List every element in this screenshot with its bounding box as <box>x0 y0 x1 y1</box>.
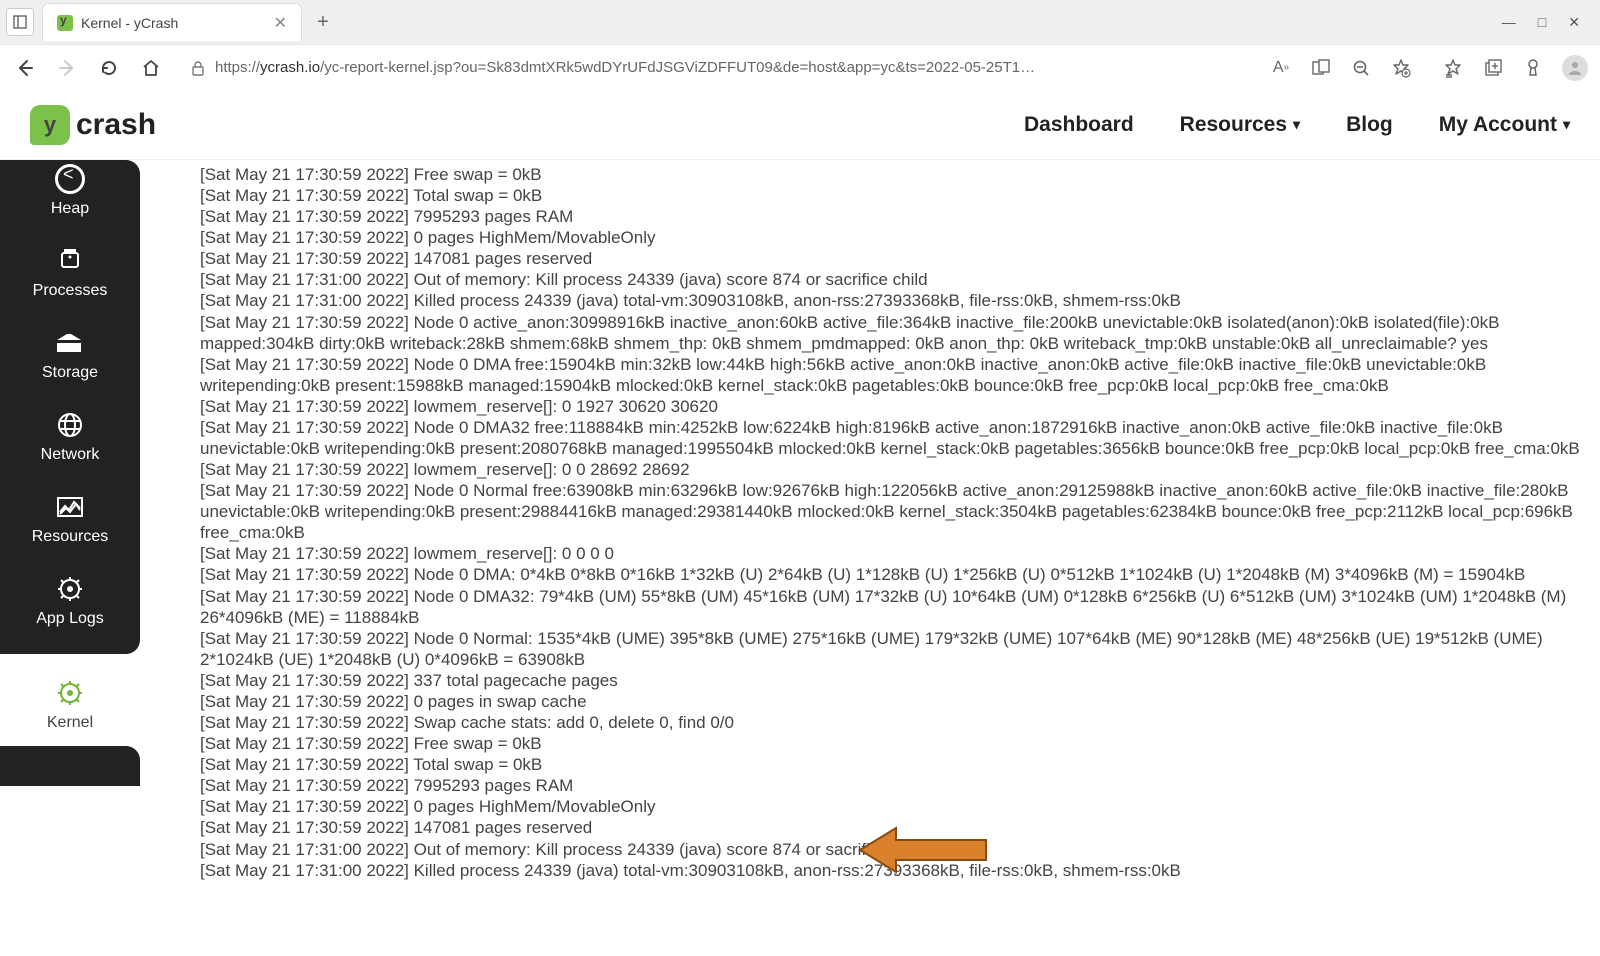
chevron-down-icon: ▾ <box>1293 116 1300 133</box>
browser-chrome: Kernel - yCrash ✕ + — □ ✕ https://ycrash… <box>0 0 1600 90</box>
sidebar-item-label: Resources <box>32 528 108 546</box>
rewards-button[interactable] <box>1522 57 1544 79</box>
trophy-icon <box>1524 58 1542 78</box>
sidebar-item-storage[interactable]: Storage <box>0 312 140 394</box>
nav-label: Dashboard <box>1024 113 1134 137</box>
nav-my-account[interactable]: My Account ▾ <box>1439 113 1570 137</box>
window-controls: — □ ✕ <box>1502 14 1594 31</box>
nav-resources[interactable]: Resources ▾ <box>1180 113 1300 137</box>
tab-actions-button[interactable] <box>6 8 34 36</box>
heap-icon <box>55 166 85 192</box>
resources-icon <box>55 494 85 520</box>
tab-title: Kernel - yCrash <box>81 15 266 31</box>
collections-icon <box>1484 59 1502 77</box>
nav-blog[interactable]: Blog <box>1346 113 1393 137</box>
zoom-out-button[interactable] <box>1350 57 1372 79</box>
chevron-down-icon: ▾ <box>1563 116 1570 133</box>
storage-icon <box>55 330 85 356</box>
browser-tab[interactable]: Kernel - yCrash ✕ <box>42 3 302 41</box>
window-close-button[interactable]: ✕ <box>1568 14 1580 31</box>
translate-button[interactable] <box>1310 57 1332 79</box>
lock-icon <box>191 60 205 76</box>
sidebar: Heap Processes Storage Network Resources <box>0 160 140 956</box>
toolbar-icons: A» <box>1270 55 1588 81</box>
refresh-icon <box>99 58 119 78</box>
tab-bar: Kernel - yCrash ✕ + — □ ✕ <box>0 0 1600 44</box>
sidebar-item-network[interactable]: Network <box>0 394 140 476</box>
refresh-button[interactable] <box>96 55 122 81</box>
sidebar-item-label: Processes <box>33 282 108 300</box>
logo-badge-icon: y <box>30 105 70 145</box>
sidebar-item-label: Storage <box>42 364 98 382</box>
log-panel: [Sat May 21 17:30:59 2022] Free swap = 0… <box>140 160 1600 956</box>
sidebar-item-resources[interactable]: Resources <box>0 476 140 558</box>
address-bar: https://ycrash.io/yc-report-kernel.jsp?o… <box>0 44 1600 90</box>
network-icon <box>55 412 85 438</box>
nav-label: Blog <box>1346 113 1393 137</box>
sidebar-item-label: App Logs <box>36 610 104 628</box>
tab-close-icon[interactable]: ✕ <box>274 13 287 33</box>
top-nav: y crash Dashboard Resources ▾ Blog My Acc… <box>0 90 1600 160</box>
sidebar-item-label: Heap <box>51 200 89 218</box>
window-maximize-button[interactable]: □ <box>1538 14 1546 31</box>
favicon-icon <box>57 15 73 31</box>
kernel-log-text: [Sat May 21 17:30:59 2022] Free swap = 0… <box>200 164 1580 881</box>
logo-text: crash <box>76 108 156 142</box>
zoom-out-icon <box>1352 59 1370 77</box>
sidebar-item-kernel[interactable]: Kernel <box>0 662 140 746</box>
favorite-add-button[interactable] <box>1390 57 1412 79</box>
star-lines-icon <box>1443 58 1463 78</box>
forward-button[interactable] <box>54 55 80 81</box>
sidebar-item-heap[interactable]: Heap <box>0 160 140 230</box>
processes-icon <box>55 248 85 274</box>
favorites-button[interactable] <box>1442 57 1464 79</box>
home-icon <box>141 58 161 78</box>
page: y crash Dashboard Resources ▾ Blog My Acc… <box>0 90 1600 956</box>
home-button[interactable] <box>138 55 164 81</box>
sidebar-item-label: Network <box>41 446 100 464</box>
read-aloud-button[interactable]: A» <box>1270 57 1292 79</box>
nav-dashboard[interactable]: Dashboard <box>1024 113 1134 137</box>
sidebar-item-label: Kernel <box>47 714 93 732</box>
logo[interactable]: y crash <box>30 105 156 145</box>
tab-actions-icon <box>13 15 27 29</box>
collections-button[interactable] <box>1482 57 1504 79</box>
new-tab-button[interactable]: + <box>308 7 338 37</box>
nav-label: Resources <box>1180 113 1287 137</box>
arrow-right-icon <box>57 58 77 78</box>
url-text: https://ycrash.io/yc-report-kernel.jsp?o… <box>215 59 1243 76</box>
arrow-left-icon <box>15 58 35 78</box>
sidebar-next-group <box>0 746 140 786</box>
profile-button[interactable] <box>1562 55 1588 81</box>
translate-icon <box>1312 59 1330 77</box>
window-minimize-button[interactable]: — <box>1502 14 1516 31</box>
kernel-icon <box>55 680 85 706</box>
app-logs-icon <box>55 576 85 602</box>
nav-label: My Account <box>1439 113 1557 137</box>
url-field[interactable]: https://ycrash.io/yc-report-kernel.jsp?o… <box>180 54 1254 81</box>
person-icon <box>1566 59 1584 77</box>
sidebar-item-processes[interactable]: Processes <box>0 230 140 312</box>
main-menu: Dashboard Resources ▾ Blog My Account ▾ <box>1024 113 1570 137</box>
star-plus-icon <box>1391 58 1411 78</box>
sidebar-item-app-logs[interactable]: App Logs <box>0 558 140 640</box>
back-button[interactable] <box>12 55 38 81</box>
